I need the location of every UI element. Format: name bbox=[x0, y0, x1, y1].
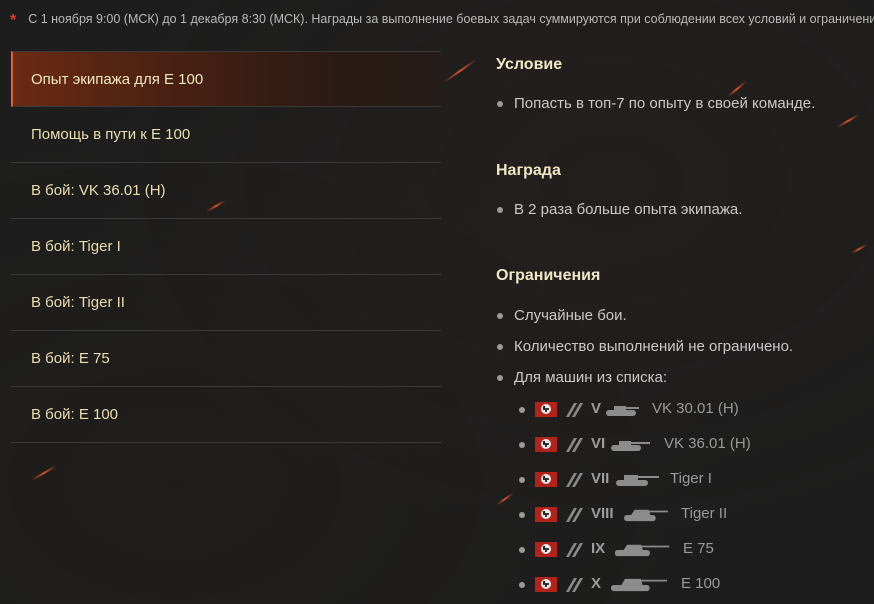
ember-decoration bbox=[31, 465, 57, 481]
vehicle-tier: V bbox=[591, 400, 602, 417]
notice-asterisk: * bbox=[10, 12, 17, 29]
notice-text: С 1 ноября 9:00 (МСК) до 1 декабря 8:30 … bbox=[28, 12, 874, 26]
vehicle-name: E 75 bbox=[683, 540, 714, 557]
condition-item: Попасть в топ-7 по опыту в своей команде… bbox=[496, 94, 866, 114]
event-period-notice: * С 1 ноября 9:00 (МСК) до 1 декабря 8:30… bbox=[10, 10, 874, 29]
tank-silhouette-icon bbox=[624, 509, 668, 522]
quest-item-help-e100[interactable]: Помощь в пути к E 100 bbox=[11, 107, 441, 163]
heavy-tank-icon bbox=[565, 438, 584, 452]
restriction-item: Количество выполнений не ограничено. bbox=[496, 337, 866, 357]
tank-silhouette-icon bbox=[606, 406, 639, 416]
germany-flag-icon bbox=[535, 402, 557, 417]
germany-flag-icon bbox=[535, 542, 557, 557]
tank-silhouette-icon bbox=[611, 441, 650, 451]
germany-flag-icon bbox=[535, 437, 557, 452]
quest-list: Опыт экипажа для E 100 Помощь в пути к E… bbox=[11, 51, 441, 443]
vehicle-tier: IX bbox=[591, 540, 606, 557]
vehicle-name: E 100 bbox=[681, 575, 721, 592]
restrictions-title: Ограничения bbox=[496, 267, 601, 284]
tank-silhouette-icon bbox=[616, 475, 659, 486]
quest-label: В бой: Tiger II bbox=[31, 294, 125, 311]
vehicle-name: VK 36.01 (H) bbox=[664, 435, 751, 452]
quest-label: В бой: E 100 bbox=[31, 406, 119, 423]
quest-item-tiger-i[interactable]: В бой: Tiger I bbox=[11, 219, 441, 275]
tank-silhouette-icon bbox=[611, 578, 667, 592]
reward-title: Награда bbox=[496, 162, 561, 179]
quest-item-crew-xp-e100[interactable]: Опыт экипажа для E 100 bbox=[11, 51, 441, 107]
heavy-tank-icon bbox=[565, 543, 584, 557]
condition-list: Попасть в топ-7 по опыту в своей команде… bbox=[496, 94, 866, 114]
quest-label: Помощь в пути к E 100 bbox=[31, 126, 191, 143]
vehicle-tier: VII bbox=[591, 470, 610, 487]
heavy-tank-icon bbox=[565, 473, 584, 487]
quest-item-tiger-ii[interactable]: В бой: Tiger II bbox=[11, 275, 441, 331]
ember-decoration bbox=[443, 58, 477, 84]
quest-label: В бой: Tiger I bbox=[31, 238, 121, 255]
heavy-tank-icon bbox=[565, 578, 584, 592]
quest-details: Условие Попасть в топ-7 по опыту в своей… bbox=[496, 55, 866, 388]
quest-label: В бой: E 75 bbox=[31, 350, 110, 367]
restriction-item: Для машин из списка: bbox=[496, 368, 866, 388]
ember-decoration bbox=[496, 492, 514, 506]
reward-item: В 2 раза больше опыта экипажа. bbox=[496, 200, 866, 220]
heavy-tank-icon bbox=[565, 403, 584, 417]
vehicle-tier: VI bbox=[591, 435, 606, 452]
vehicle-name: Tiger I bbox=[670, 470, 712, 487]
quest-item-e75[interactable]: В бой: E 75 bbox=[11, 331, 441, 387]
vehicle-name: Tiger II bbox=[681, 505, 728, 522]
quest-label: Опыт экипажа для E 100 bbox=[31, 70, 204, 88]
quest-item-vk3601[interactable]: В бой: VK 36.01 (H) bbox=[11, 163, 441, 219]
tank-silhouette-icon bbox=[614, 544, 670, 557]
quest-item-e100[interactable]: В бой: E 100 bbox=[11, 387, 441, 443]
restrictions-list: Случайные бои. Количество выполнений не … bbox=[496, 306, 866, 388]
restriction-item: Случайные бои. bbox=[496, 306, 866, 326]
heavy-tank-icon bbox=[565, 508, 584, 522]
condition-title: Условие bbox=[496, 56, 563, 73]
vehicle-tier: X bbox=[591, 575, 602, 592]
reward-list: В 2 раза больше опыта экипажа. bbox=[496, 200, 866, 220]
germany-flag-icon bbox=[535, 577, 557, 592]
germany-flag-icon bbox=[535, 472, 557, 487]
vehicle-name: VK 30.01 (H) bbox=[652, 400, 739, 417]
vehicle-tier: VIII bbox=[591, 505, 614, 522]
quest-label: В бой: VK 36.01 (H) bbox=[31, 182, 166, 199]
germany-flag-icon bbox=[535, 507, 557, 522]
